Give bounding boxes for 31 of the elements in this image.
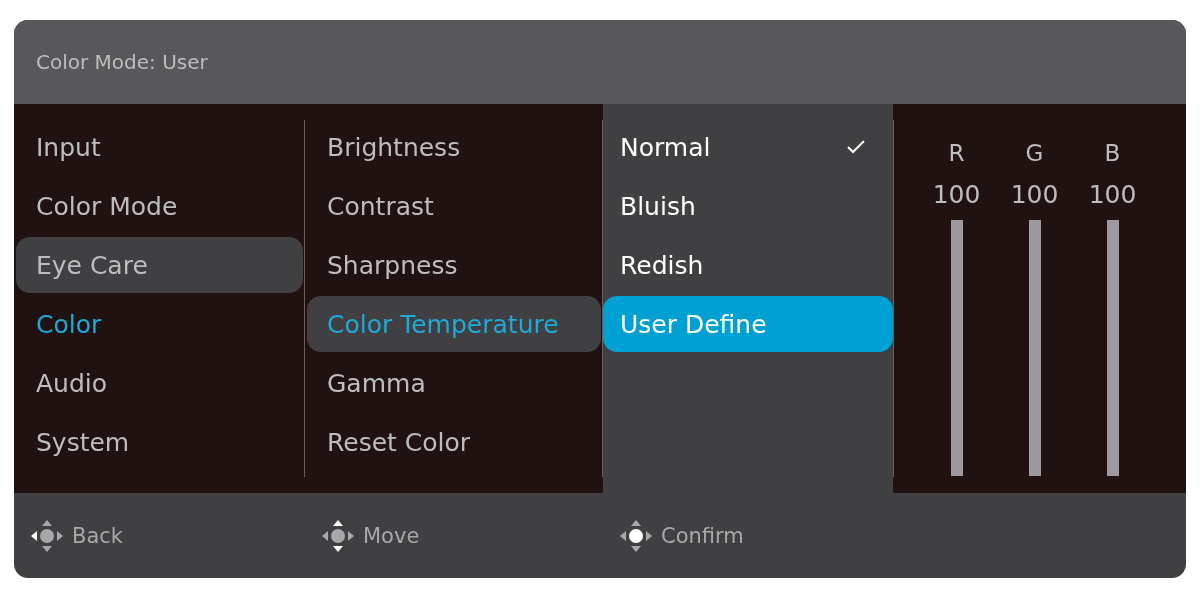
option-item[interactable]: Normal bbox=[603, 119, 893, 175]
option-item[interactable]: Redish bbox=[603, 237, 893, 293]
channel-value: 100 bbox=[1010, 180, 1059, 211]
menu-item[interactable]: System bbox=[16, 414, 303, 470]
menu-item[interactable]: Color Mode bbox=[16, 178, 303, 234]
channel-label: R bbox=[948, 140, 965, 168]
direction-pad-icon bbox=[30, 518, 64, 553]
channel-value: 100 bbox=[932, 180, 981, 211]
channel-value: 100 bbox=[1088, 180, 1137, 211]
menu-item[interactable]: Eye Care bbox=[16, 237, 303, 293]
channel-label: B bbox=[1104, 140, 1121, 168]
option-item[interactable]: Bluish bbox=[603, 178, 893, 234]
header-title: Color Mode: User bbox=[36, 50, 208, 74]
menu-item[interactable]: Gamma bbox=[307, 355, 601, 411]
menu-item[interactable]: Reset Color bbox=[307, 414, 601, 470]
menu-item[interactable]: Brightness bbox=[307, 119, 601, 175]
hint-label: Move bbox=[363, 523, 420, 548]
menu-item[interactable]: Color Temperature bbox=[307, 296, 601, 352]
menu-item[interactable]: Color bbox=[16, 296, 303, 352]
slider-bar[interactable] bbox=[1028, 220, 1041, 476]
slider-bar[interactable] bbox=[1106, 220, 1119, 476]
hint-label: Back bbox=[72, 523, 123, 548]
direction-pad-icon bbox=[321, 518, 355, 553]
channel-label: G bbox=[1025, 140, 1044, 168]
hint-label: Confirm bbox=[661, 523, 744, 548]
menu-item[interactable]: Contrast bbox=[307, 178, 601, 234]
direction-pad-icon bbox=[619, 518, 653, 553]
menu-item[interactable]: Audio bbox=[16, 355, 303, 411]
slider-bar[interactable] bbox=[950, 220, 963, 476]
menu-item[interactable]: Sharpness bbox=[307, 237, 601, 293]
menu-item[interactable]: Input bbox=[16, 119, 303, 175]
